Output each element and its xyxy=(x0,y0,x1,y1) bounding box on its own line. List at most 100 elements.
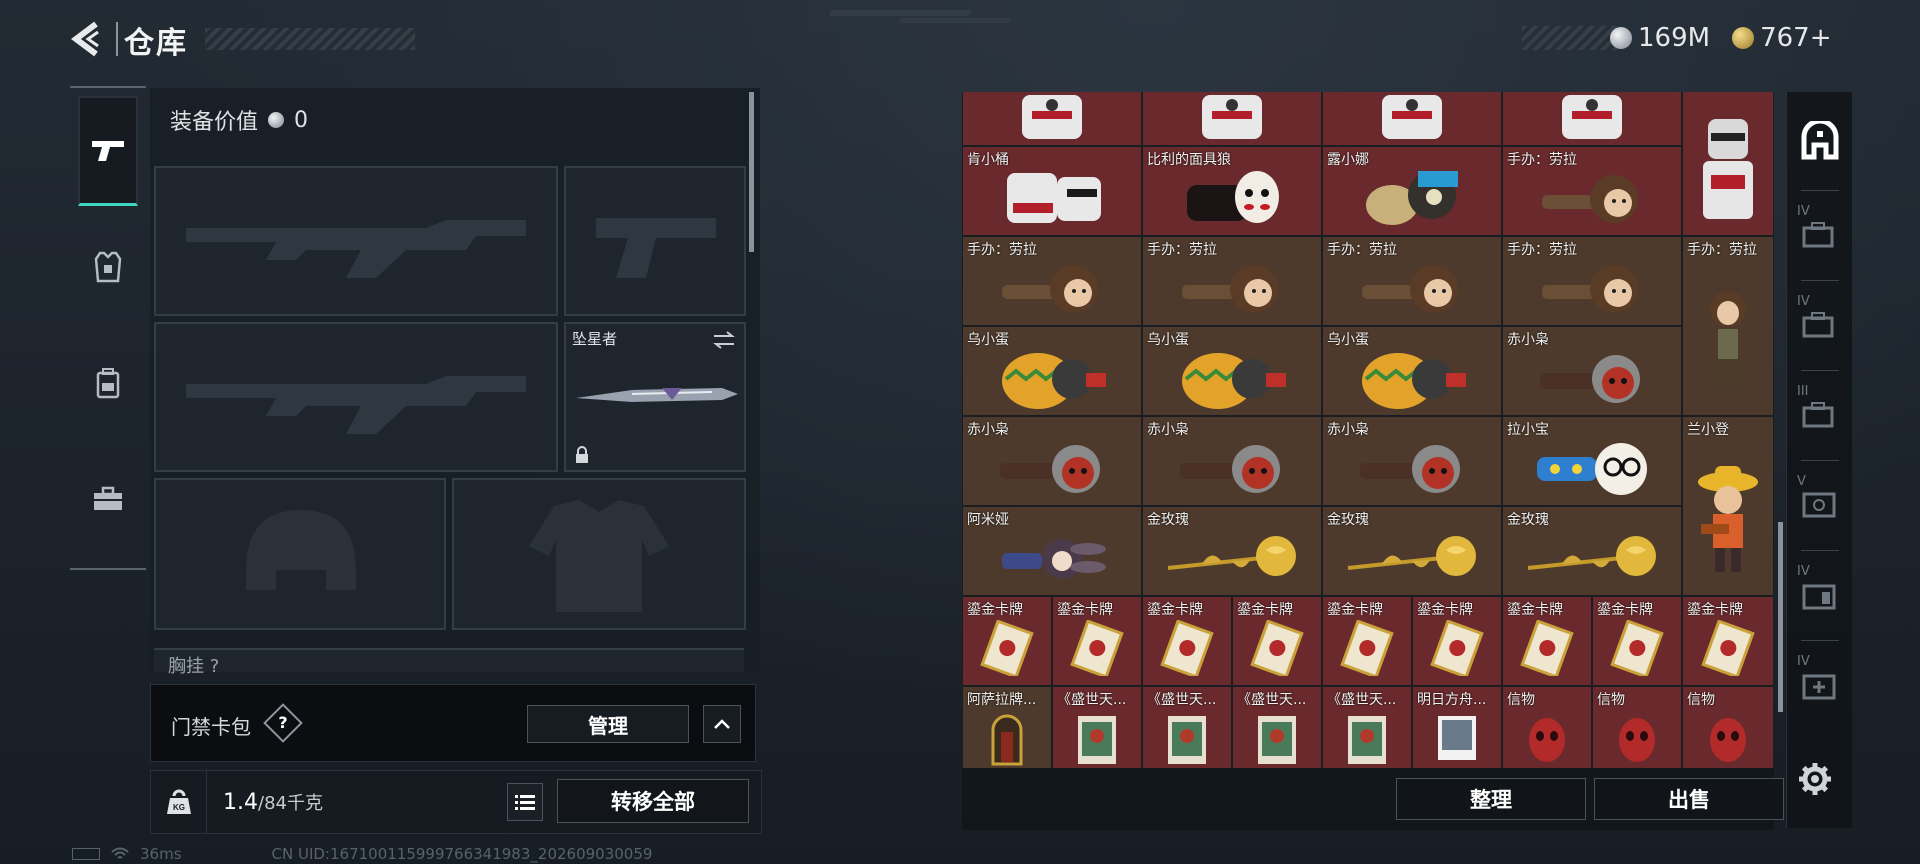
back-button[interactable] xyxy=(68,20,108,58)
inventory-item[interactable]: 鎏金卡牌 xyxy=(1682,596,1774,686)
inventory-item[interactable]: 鎏金卡牌 xyxy=(1232,596,1322,686)
item-name: 信物 xyxy=(1687,692,1715,708)
gear-icon xyxy=(1799,763,1831,795)
inventory-item[interactable]: 赤小枭 xyxy=(1322,416,1502,506)
inventory-item[interactable]: 兰小登 xyxy=(1682,416,1774,596)
inventory-item[interactable]: 信物 xyxy=(1682,686,1774,768)
inventory-item[interactable]: 鎏金卡牌 xyxy=(1052,596,1142,686)
inventory-scrollbar[interactable] xyxy=(1778,522,1783,712)
inventory-item[interactable]: 赤小枭 xyxy=(1502,326,1682,416)
inventory-item[interactable]: 金玫瑰 xyxy=(1502,506,1682,596)
inventory-item[interactable]: 赤小枭 xyxy=(1142,416,1322,506)
rail-armor[interactable] xyxy=(78,212,138,322)
rail-divider xyxy=(1801,370,1839,371)
inventory-item[interactable]: 鎏金卡牌 xyxy=(1322,596,1412,686)
inventory-item[interactable]: 鎏金卡牌 xyxy=(1502,596,1592,686)
inventory-item[interactable]: 乌小蛋 xyxy=(962,326,1142,416)
storage-tab[interactable]: V xyxy=(1795,470,1845,540)
sort-button[interactable]: 整理 xyxy=(1396,778,1586,820)
collapse-button[interactable] xyxy=(703,705,741,743)
manage-button[interactable]: 管理 xyxy=(527,705,689,743)
inventory-item[interactable] xyxy=(1322,92,1502,146)
storage-tab[interactable]: IV xyxy=(1795,200,1845,270)
inventory-item[interactable]: 赤小枭 xyxy=(962,416,1142,506)
inventory-item[interactable]: 手办：劳拉 xyxy=(1142,236,1322,326)
silver-currency[interactable]: 169M xyxy=(1610,23,1710,53)
inventory-item[interactable]: 手办：劳拉 xyxy=(1322,236,1502,326)
inventory-item[interactable]: 手办：劳拉 xyxy=(962,236,1142,326)
storage-tab[interactable]: IV xyxy=(1795,560,1845,630)
equipment-scrollbar[interactable] xyxy=(749,92,754,252)
inventory-item[interactable]: 比利的面具狼 xyxy=(1142,146,1322,236)
currency-bar: 169M 767+ xyxy=(1600,22,1862,54)
inventory-item[interactable]: 《盛世天... xyxy=(1232,686,1322,768)
inventory-item[interactable]: 鎏金卡牌 xyxy=(1592,596,1682,686)
melee-slot[interactable]: 坠星者 xyxy=(564,322,746,472)
la-xiaobao-figure-image xyxy=(1537,443,1647,496)
rail-case[interactable] xyxy=(78,444,138,554)
settings-button[interactable] xyxy=(1798,762,1832,805)
inventory-item[interactable]: 鎏金卡牌 xyxy=(1142,596,1232,686)
inventory-item[interactable] xyxy=(1682,92,1774,236)
inventory-item[interactable]: 手办：劳拉 xyxy=(1502,236,1682,326)
backpack-icon xyxy=(96,368,120,399)
inventory-item[interactable]: 鎏金卡牌 xyxy=(1412,596,1502,686)
gold-currency[interactable]: 767+ xyxy=(1732,23,1831,53)
inventory-item[interactable]: 明日方舟... xyxy=(1412,686,1502,768)
item-name: 金玫瑰 xyxy=(1147,512,1189,528)
rail-divider xyxy=(1801,190,1839,191)
inventory-item[interactable]: 信物 xyxy=(1592,686,1682,768)
inventory-item[interactable]: 阿米娅 xyxy=(962,506,1142,596)
storage-tab[interactable]: IV xyxy=(1795,290,1845,360)
inventory-item[interactable]: 信物 xyxy=(1502,686,1592,768)
album-image xyxy=(1438,716,1476,761)
armor-slot[interactable] xyxy=(452,478,746,630)
list-view-button[interactable] xyxy=(507,783,543,821)
red-owl-figure-image xyxy=(1540,355,1640,404)
inventory-item[interactable]: 手办：劳拉 xyxy=(1682,236,1774,416)
gold-coin-icon xyxy=(1732,27,1755,49)
melee-name: 坠星者 xyxy=(572,330,618,348)
inventory-item[interactable]: 拉小宝 xyxy=(1502,416,1682,506)
tier-label: V xyxy=(1797,474,1806,489)
expansion-case-icon xyxy=(1802,312,1834,338)
rail-backpack[interactable] xyxy=(78,328,138,438)
gold-rose-image xyxy=(1167,536,1296,577)
silver-coin-icon xyxy=(268,112,285,128)
inventory-item[interactable]: 肯小桶 xyxy=(962,146,1142,236)
inventory-item[interactable]: 阿萨拉牌... xyxy=(962,686,1052,768)
rail-weapons[interactable] xyxy=(78,96,138,206)
inventory-item[interactable]: 金玫瑰 xyxy=(1322,506,1502,596)
primary-weapon-slot[interactable] xyxy=(154,166,558,316)
storage-tab-main[interactable] xyxy=(1795,106,1845,176)
inventory-item[interactable]: 《盛世天... xyxy=(1052,686,1142,768)
chest-rig-section-header[interactable]: 胸挂 ? xyxy=(154,648,744,677)
equipment-value: 装备价值 0 xyxy=(170,104,308,136)
inventory-item[interactable]: 鎏金卡牌 xyxy=(962,596,1052,686)
sidearm-slot[interactable] xyxy=(564,166,746,316)
inventory-item[interactable] xyxy=(962,92,1142,146)
inventory-item[interactable] xyxy=(1142,92,1322,146)
secondary-weapon-slot[interactable] xyxy=(154,322,558,472)
case-icon xyxy=(94,486,122,510)
figure-bucket-image xyxy=(1007,173,1101,224)
inventory-item[interactable]: 乌小蛋 xyxy=(1142,326,1322,416)
move-all-button[interactable]: 转移全部 xyxy=(557,779,749,823)
storage-tab[interactable]: III xyxy=(1795,380,1845,450)
helmet-slot[interactable] xyxy=(154,478,446,630)
inventory-item[interactable]: 《盛世天... xyxy=(1322,686,1412,768)
inventory-item[interactable]: 《盛世天... xyxy=(1142,686,1232,768)
swap-icon[interactable] xyxy=(712,330,736,350)
storage-tab[interactable]: IV xyxy=(1795,650,1845,720)
sell-button[interactable]: 出售 xyxy=(1594,778,1784,820)
inventory-item[interactable]: 乌小蛋 xyxy=(1322,326,1502,416)
help-icon[interactable]: ? xyxy=(263,703,303,743)
poster-image xyxy=(1168,716,1206,765)
inventory-item[interactable]: 露小娜 xyxy=(1322,146,1502,236)
inventory-item[interactable] xyxy=(1502,92,1682,146)
inventory-item[interactable]: 金玫瑰 xyxy=(1142,506,1322,596)
poster-image xyxy=(1258,716,1296,765)
chevron-up-icon xyxy=(714,719,730,729)
helmet-silhouette-icon xyxy=(246,510,356,590)
inventory-item[interactable]: 手办：劳拉 xyxy=(1502,146,1682,236)
